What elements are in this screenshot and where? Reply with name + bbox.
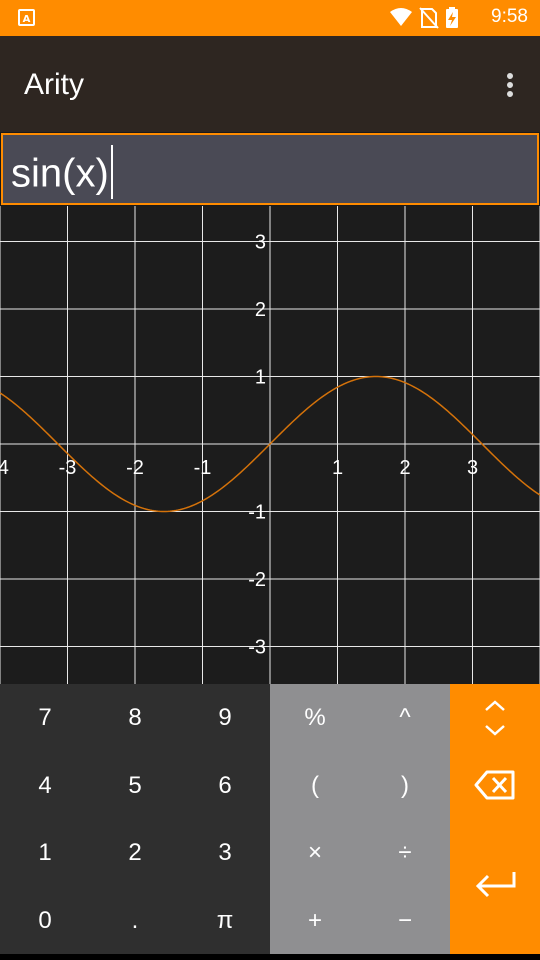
x-tick-label: -2 bbox=[126, 457, 144, 479]
x-tick-label: 2 bbox=[399, 457, 410, 479]
op-key-3-1[interactable]: − bbox=[360, 887, 450, 954]
x-tick-label: 3 bbox=[467, 457, 478, 479]
y-tick-label: 1 bbox=[255, 367, 266, 389]
expression-value: sin(x) bbox=[11, 151, 109, 196]
key-0-1[interactable]: 8 bbox=[90, 684, 180, 751]
app-bar: Arity bbox=[0, 36, 540, 132]
status-bar: A 9:58 bbox=[0, 0, 540, 36]
y-tick-label: -1 bbox=[248, 502, 266, 524]
key-3-1[interactable]: . bbox=[90, 887, 180, 954]
op-key-2-1[interactable]: ÷ bbox=[360, 819, 450, 886]
key-3-0[interactable]: 0 bbox=[0, 887, 90, 954]
chevron-up-down-icon[interactable] bbox=[480, 698, 510, 738]
key-1-0[interactable]: 4 bbox=[0, 752, 90, 819]
text-cursor bbox=[110, 145, 113, 199]
keypad: 789 456 123 0.π % ^() × ÷ + − bbox=[0, 684, 540, 954]
backspace-icon[interactable] bbox=[474, 770, 516, 800]
y-tick-label: -3 bbox=[248, 637, 266, 659]
app-title: Arity bbox=[24, 68, 84, 101]
graph-plot[interactable]: -4-3-2-1123321-1-2-3 bbox=[0, 173, 540, 715]
x-tick-label: -1 bbox=[194, 457, 212, 479]
enter-icon[interactable] bbox=[474, 870, 518, 900]
overflow-menu-icon[interactable] bbox=[500, 71, 520, 99]
no-sim-icon bbox=[419, 7, 439, 29]
op-key-2-0[interactable]: × bbox=[270, 819, 360, 886]
action-pad bbox=[450, 684, 540, 954]
status-time: 9:58 bbox=[491, 6, 528, 27]
nav-bar bbox=[0, 954, 540, 960]
graph-area[interactable]: -4-3-2-1123321-1-2-3 bbox=[0, 173, 540, 715]
status-icons bbox=[390, 7, 458, 29]
expression-text: sin(x) bbox=[11, 145, 113, 203]
key-3-2[interactable]: π bbox=[180, 887, 270, 954]
y-tick-label: 3 bbox=[255, 232, 266, 254]
y-tick-label: -2 bbox=[248, 569, 266, 591]
number-pad: 789 456 123 0.π bbox=[0, 684, 270, 954]
op-key-1-0[interactable]: ( bbox=[270, 752, 360, 819]
op-key-1-1[interactable]: ) bbox=[360, 752, 450, 819]
key-2-2[interactable]: 3 bbox=[180, 819, 270, 886]
key-1-1[interactable]: 5 bbox=[90, 752, 180, 819]
key-2-1[interactable]: 2 bbox=[90, 819, 180, 886]
battery-charging-icon bbox=[446, 7, 458, 28]
key-0-0[interactable]: 7 bbox=[0, 684, 90, 751]
x-tick-label: -4 bbox=[0, 457, 9, 479]
input-area: sin(x) bbox=[0, 132, 540, 206]
y-tick-label: 2 bbox=[255, 299, 266, 321]
op-key-0-0[interactable]: % bbox=[270, 684, 360, 751]
key-2-0[interactable]: 1 bbox=[0, 819, 90, 886]
expression-input[interactable]: sin(x) bbox=[1, 133, 539, 205]
wifi-icon bbox=[390, 8, 412, 26]
op-key-3-0[interactable]: + bbox=[270, 887, 360, 954]
key-0-2[interactable]: 9 bbox=[180, 684, 270, 751]
x-tick-label: 1 bbox=[332, 457, 343, 479]
app-notification-icon: A bbox=[18, 9, 35, 26]
op-key-0-1[interactable]: ^ bbox=[360, 684, 450, 751]
operator-pad: % ^() × ÷ + − bbox=[270, 684, 450, 954]
key-1-2[interactable]: 6 bbox=[180, 752, 270, 819]
